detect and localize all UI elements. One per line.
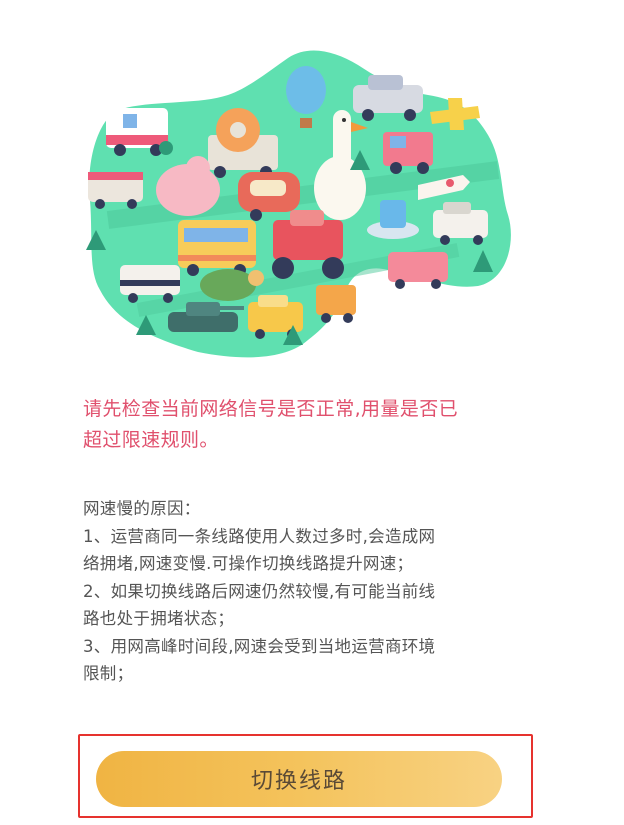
reason-line: 2、如果切换线路后网速仍然较慢,有可能当前线 [83,581,436,601]
reasons-title: 网速慢的原因： [83,499,201,518]
warning-line: 超过限速规则。 [83,429,219,451]
bus-toy [178,220,256,276]
slow-reasons-section: 网速慢的原因： 1、运营商同一条线路使用人数过多时,会造成网 络拥堵,网速变慢.… [83,495,513,688]
warning-line: 请先检查当前网络信号是否正常,用量是否已 [83,398,459,420]
orange-truck-toy [316,285,356,323]
reason-line: 路也处于拥堵状态； [83,609,235,628]
reason-line: 限制； [83,664,134,683]
network-warning-text: 请先检查当前网络信号是否正常,用量是否已 超过限速规则。 [83,394,513,456]
reason-line: 1、运营商同一条线路使用人数过多时,会造成网 [83,526,436,546]
reason-line: 络拥堵,网速变慢.可操作切换线路提升网速； [83,554,414,573]
reason-line: 3、用网高峰时间段,网速会受到当地运营商环境 [83,636,436,656]
switch-button-highlight: 切换线路 [78,734,533,818]
network-slow-page: 请先检查当前网络信号是否正常,用量是否已 超过限速规则。 网速慢的原因： 1、运… [0,0,624,825]
traffic-city-illustration [86,50,511,358]
switch-route-button[interactable]: 切换线路 [96,751,502,807]
pink-car-toy [388,252,448,289]
